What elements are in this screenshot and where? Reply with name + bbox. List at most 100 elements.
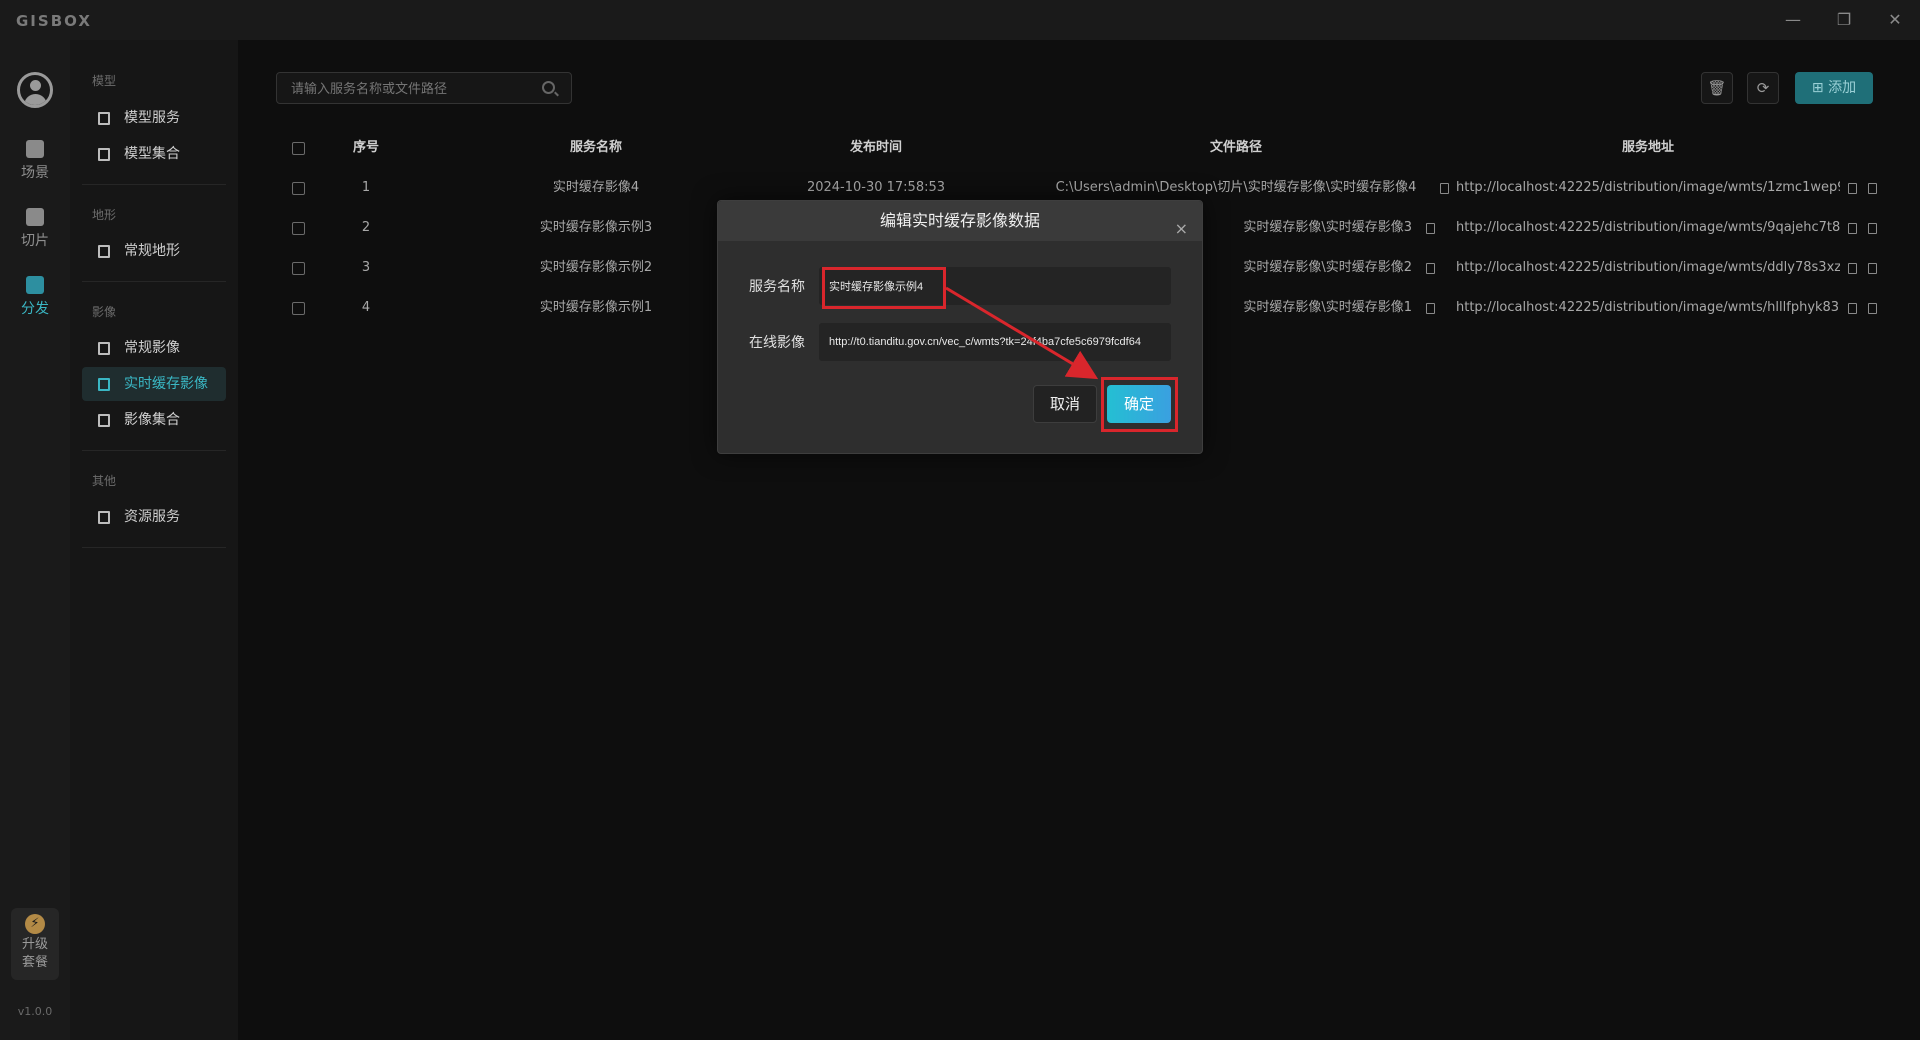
minimize-button[interactable]: — [1778,8,1808,32]
image-icon [98,342,110,355]
app-logo: GISBOX [16,12,92,30]
row-name: 实时缓存影像示例1 [539,300,653,315]
close-icon[interactable]: × [1175,209,1188,249]
delete-button[interactable]: 🗑 [1701,72,1733,104]
resource-icon [98,511,110,524]
group-title-model: 模型 [92,74,117,88]
main-content: 🗑 ⟳ ⊞ 添加 序号 服务名称 发布时间 文件路径 服务地址 1 实时缓存影像… [238,40,1920,1040]
cancel-button[interactable]: 取消 [1033,385,1097,423]
add-button-label: 添加 [1828,80,1857,96]
model-icon [98,148,110,161]
home-icon [26,140,44,158]
sidebar-item-label: 常规影像 [124,340,180,356]
service-name-label: 服务名称 [749,279,805,295]
model-icon [98,112,110,125]
group-title-imagery: 影像 [92,305,117,319]
row-checkbox[interactable] [292,262,305,275]
column-header-time: 发布时间 [849,140,902,155]
divider [82,281,226,282]
version-label: v1.0.0 [17,1005,53,1018]
trash-icon: 🗑 [1707,79,1727,97]
copy-icon[interactable] [1848,223,1857,234]
sidebar-item-label: 常规地形 [124,243,180,259]
refresh-button[interactable]: ⟳ [1747,72,1779,104]
image-icon [98,378,110,391]
row-name: 实时缓存影像4 [552,180,640,195]
open-folder-icon[interactable] [1426,303,1435,314]
row-checkbox[interactable] [292,302,305,315]
row-index: 4 [361,300,371,315]
sidebar-item-realtime-cache-imagery[interactable]: 实时缓存影像 [82,367,226,401]
rail-item-label: 场景 [21,165,49,181]
plus-icon: ⊞ [1811,80,1829,96]
secondary-sidebar: 模型 模型服务 模型集合 地形 常规地形 影像 常规影像 实时缓存影像 影像集合… [70,40,238,1040]
sidebar-item-model-service[interactable]: 模型服务 [82,101,226,135]
copy-icon[interactable] [1848,183,1857,194]
annotation-highlight-name [822,267,946,309]
sidebar-item-resource-service[interactable]: 资源服务 [82,500,226,534]
sidebar-item-label: 模型服务 [124,110,180,126]
row-name: 实时缓存影像示例2 [539,260,653,275]
online-imagery-input[interactable] [819,323,1171,361]
copy-icon[interactable] [1848,303,1857,314]
primary-nav-rail: 场景 切片 分发 ⚡ 升级 套餐 v1.0.0 [0,40,70,1040]
column-header-name: 服务名称 [569,140,622,155]
slice-icon [26,208,44,226]
select-all-checkbox[interactable] [292,142,305,155]
dialog-title: 编辑实时缓存影像数据 [879,211,1040,230]
divider [82,184,226,185]
row-url: http://localhost:42225/distribution/imag… [1456,220,1840,235]
open-folder-icon[interactable] [1440,183,1449,194]
row-url: http://localhost:42225/distribution/imag… [1456,180,1840,195]
upgrade-label-line2: 套餐 [21,955,48,970]
sidebar-item-terrain[interactable]: 常规地形 [82,234,226,268]
sidebar-item-label: 实时缓存影像 [124,376,208,392]
rail-item-label: 分发 [21,301,49,317]
title-bar: GISBOX — ❐ ✕ [0,0,1920,40]
divider [82,450,226,451]
user-avatar-icon[interactable] [17,72,53,108]
distribute-icon [26,276,44,294]
upgrade-label-line1: 升级 [21,937,48,952]
row-index: 2 [361,220,371,235]
group-title-terrain: 地形 [92,208,117,222]
row-url: http://localhost:42225/distribution/imag… [1456,260,1840,275]
divider [82,547,226,548]
row-url: http://localhost:42225/distribution/imag… [1456,300,1840,315]
restore-button[interactable]: ❐ [1829,8,1859,32]
preview-icon[interactable] [1868,263,1877,274]
sidebar-item-label: 影像集合 [124,412,180,428]
row-checkbox[interactable] [292,182,305,195]
sidebar-item-imagery-collection[interactable]: 影像集合 [82,403,226,437]
annotation-highlight-confirm [1101,377,1178,432]
refresh-icon: ⟳ [1756,79,1770,97]
close-window-button[interactable]: ✕ [1880,8,1910,32]
sidebar-item-regular-imagery[interactable]: 常规影像 [82,331,226,365]
row-index: 1 [361,180,371,195]
upgrade-plan-button[interactable]: ⚡ 升级 套餐 [11,908,59,980]
preview-icon[interactable] [1868,223,1877,234]
row-checkbox[interactable] [292,222,305,235]
preview-icon[interactable] [1868,303,1877,314]
open-folder-icon[interactable] [1426,263,1435,274]
search-icon[interactable] [542,81,555,94]
sidebar-item-model-collection[interactable]: 模型集合 [82,137,226,171]
online-imagery-label: 在线影像 [749,335,805,351]
rail-item-scene[interactable]: 场景 [0,140,70,182]
search-input[interactable] [276,72,572,104]
sidebar-item-label: 模型集合 [124,146,180,162]
row-name: 实时缓存影像示例3 [539,220,653,235]
preview-icon[interactable] [1868,183,1877,194]
rail-item-slice[interactable]: 切片 [0,208,70,250]
column-header-index: 序号 [352,140,379,155]
open-folder-icon[interactable] [1426,223,1435,234]
add-button[interactable]: ⊞ 添加 [1795,72,1873,104]
group-title-other: 其他 [92,474,117,488]
copy-icon[interactable] [1848,263,1857,274]
image-icon [98,414,110,427]
rail-item-label: 切片 [21,233,49,249]
lightning-icon: ⚡ [25,914,45,934]
column-header-path: 文件路径 [1209,140,1262,155]
row-index: 3 [361,260,371,275]
rail-item-distribute[interactable]: 分发 [0,276,70,318]
